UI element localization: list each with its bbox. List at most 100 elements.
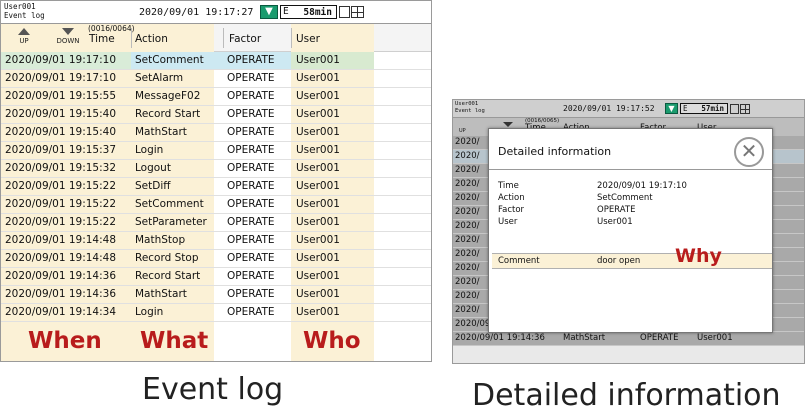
table-row[interactable]: 2020/09/01 19:17:10 SetAlarm OPERATE User00…	[1, 70, 431, 88]
table-row[interactable]: 2020/09/01 19:15:32 Logout OPERATE User001	[1, 160, 431, 178]
grid-icon[interactable]	[351, 6, 364, 18]
table-row[interactable]: 2020/09/01 19:14:36Record StartOPERATEUs…	[1, 268, 431, 286]
factor-cell: OPERATE	[214, 160, 291, 177]
column-time[interactable]: Time	[89, 33, 115, 45]
user-cell: User001	[291, 124, 374, 141]
event-log-table: 2020/09/01 19:17:10 SetComment OPERATE User…	[1, 52, 431, 322]
user-cell: User001	[291, 286, 374, 303]
recording-status-icon[interactable]: ▼	[665, 103, 678, 114]
dialog-divider	[489, 169, 772, 170]
table-row[interactable]: 2020/09/01 19:15:40 Record Start OPERATE Us…	[1, 106, 431, 124]
event-log-caption: Event log	[142, 372, 284, 407]
column-action[interactable]: Action	[135, 33, 168, 45]
action-cell: Record Start	[131, 106, 214, 123]
action-cell: MathStop	[131, 232, 214, 249]
time-cell: 2020/	[455, 193, 480, 203]
action-cell: MathStart	[131, 124, 214, 141]
scroll-down-button[interactable]: DOWN	[53, 28, 83, 45]
factor-cell: OPERATE	[214, 232, 291, 249]
table-row[interactable]: 2020/09/01 19:14:34 Login OPERATE User001	[1, 304, 431, 322]
recording-status-icon[interactable]: ▼	[260, 5, 278, 19]
time-cell: 2020/	[455, 235, 480, 245]
action-cell: MathStart	[131, 286, 214, 303]
media-icon[interactable]	[730, 104, 739, 114]
status-bar: User001 Event log 2020/09/01 19:17:27 ▼ …	[1, 1, 431, 24]
factor-cell: OPERATE	[214, 70, 291, 87]
detail-value: 2020/09/01 19:17:10	[597, 181, 687, 191]
time-cell: 2020/09/01 19:15:22	[1, 178, 131, 195]
what-label: What	[140, 328, 209, 354]
factor-cell: OPERATE	[214, 142, 291, 159]
time-cell: 2020/	[455, 277, 480, 287]
factor-cell: OPERATE	[214, 286, 291, 303]
time-cell: 2020/09/01 19:15:40	[1, 106, 131, 123]
time-cell: 2020/09/01 19:14:36	[1, 268, 131, 285]
memory-label: E	[283, 6, 289, 17]
table-row[interactable]: 2020/09/01 19:15:22 SetDiff OPERATE User001	[1, 178, 431, 196]
event-log-screen: User001 Event log 2020/09/01 19:17:27 ▼ …	[0, 0, 432, 362]
memory-indicator[interactable]: E 57min	[680, 103, 728, 114]
table-row[interactable]: 2020/09/01 19:15:22 SetComment OPERATE User…	[1, 196, 431, 214]
comment-key: Comment	[498, 256, 540, 266]
action-cell: SetComment	[131, 52, 214, 69]
action-cell: Login	[131, 304, 214, 321]
memory-indicator[interactable]: E 58min	[280, 5, 337, 19]
time-cell: 2020/	[455, 263, 480, 273]
up-label: UP	[19, 37, 29, 45]
action-cell: MessageF02	[131, 88, 214, 105]
detail-value: OPERATE	[597, 205, 636, 215]
detail-key: Action	[498, 193, 525, 203]
media-icon[interactable]	[339, 6, 350, 18]
column-user[interactable]: User	[296, 33, 320, 45]
factor-cell: OPERATE	[214, 268, 291, 285]
user-cell: User001	[291, 52, 374, 69]
factor-cell: OPERATE	[214, 88, 291, 105]
table-row[interactable]: 2020/09/01 19:14:48 Record Stop OPERATE Use…	[1, 250, 431, 268]
user-info: User001 Event log	[4, 2, 45, 20]
up-label[interactable]: UP	[459, 128, 466, 134]
factor-cell: OPERATE	[214, 196, 291, 213]
user-cell: User001	[291, 178, 374, 195]
column-divider	[131, 28, 132, 48]
table-row[interactable]: 2020/09/01 19:14:36 MathStart OPERATE User0…	[1, 286, 431, 304]
close-icon[interactable]: ✕	[734, 137, 764, 167]
time-cell: 2020/09/01 19:15:37	[1, 142, 131, 159]
action-cell: Record Stop	[131, 250, 214, 267]
table-row[interactable]: 2020/09/01 19:15:40 MathStart OPERATE User0…	[1, 124, 431, 142]
detail-dialog: Detailed information ✕ Time 2020/09/01 19…	[488, 128, 773, 333]
arrow-down-icon[interactable]	[503, 122, 513, 127]
factor-cell: OPERATE	[214, 178, 291, 195]
scroll-up-button[interactable]: UP	[11, 28, 37, 45]
time-cell: 2020/09/01 19:17:10	[1, 52, 131, 69]
detail-key: User	[498, 217, 518, 227]
memory-remaining: 57min	[701, 104, 724, 113]
action-cell: Login	[131, 142, 214, 159]
when-label: When	[28, 328, 102, 354]
factor-cell: OPERATE	[214, 214, 291, 231]
factor-cell: OPERATE	[640, 333, 679, 343]
action-cell: SetAlarm	[131, 70, 214, 87]
column-divider	[223, 28, 224, 48]
user-cell: User001	[291, 106, 374, 123]
comment-row[interactable]: Comment door open	[492, 253, 772, 269]
memory-remaining: 58min	[303, 7, 332, 18]
grid-icon[interactable]	[740, 104, 750, 114]
time-cell: 2020/09/01 19:14:36	[1, 286, 131, 303]
column-factor[interactable]: Factor	[229, 33, 261, 45]
table-row[interactable]: 2020/09/01 19:15:55 MessageF02 OPERATE User…	[1, 88, 431, 106]
detailed-information-caption: Detailed information	[472, 378, 781, 412]
user-cell: User001	[291, 88, 374, 105]
table-row[interactable]: 2020/09/01 19:17:10 SetComment OPERATE User…	[1, 52, 431, 70]
user-cell: User001	[291, 214, 374, 231]
table-row[interactable]: 2020/09/01 19:14:36 MathStart OPERATE User0…	[453, 332, 804, 346]
table-row[interactable]: 2020/09/01 19:15:22 SetParameter OPERATE Us…	[1, 214, 431, 232]
table-row[interactable]: 2020/09/01 19:14:48 MathStop OPERATE User00…	[1, 232, 431, 250]
time-cell: 2020/09/01 19:14:48	[1, 250, 131, 267]
screen-name: Event log	[455, 108, 485, 114]
factor-cell: OPERATE	[214, 304, 291, 321]
arrow-up-icon	[18, 28, 30, 35]
down-label: DOWN	[56, 37, 80, 45]
action-cell: SetDiff	[131, 178, 214, 195]
datetime: 2020/09/01 19:17:27	[139, 7, 254, 18]
table-row[interactable]: 2020/09/01 19:15:37 Login OPERATE User001	[1, 142, 431, 160]
